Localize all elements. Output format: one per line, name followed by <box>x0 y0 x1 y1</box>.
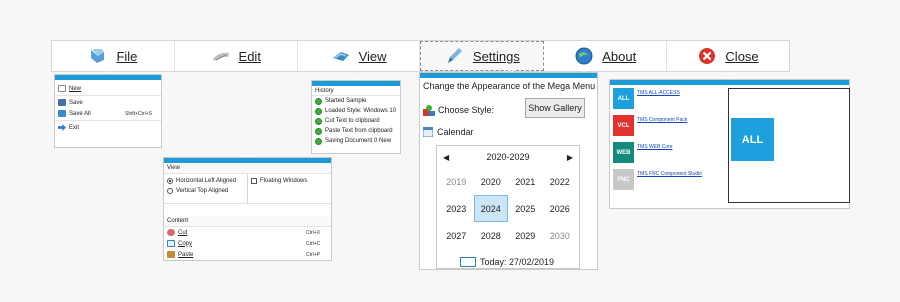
menu-edit[interactable]: Edit <box>175 41 298 71</box>
year-cell[interactable]: 2027 <box>439 222 474 249</box>
product-link[interactable]: TMS Component Pack <box>637 115 687 123</box>
year-grid: 2019 2020 2021 2022 2023 2024 2025 2026 2027 2028… <box>437 168 579 249</box>
history-item[interactable]: Cut Text to clipboard <box>312 116 400 126</box>
content-copy[interactable]: Copy Ctrl+C <box>164 238 331 249</box>
save-icon <box>58 99 66 106</box>
success-dot-icon <box>315 127 322 135</box>
content-section-title: Content <box>164 216 331 227</box>
style-shapes-icon <box>423 104 435 116</box>
file-exit[interactable]: Exit <box>55 122 161 133</box>
view-icon <box>331 46 351 66</box>
product-preview: ALL <box>728 88 850 203</box>
panel-grip[interactable] <box>420 73 597 78</box>
chevron-left-icon[interactable]: ◀ <box>443 153 449 162</box>
view-section-title: View <box>164 163 331 174</box>
panel-grip[interactable] <box>55 75 161 80</box>
year-cell[interactable]: 2019 <box>439 168 474 195</box>
panel-grip[interactable] <box>312 81 400 86</box>
year-cell[interactable]: 2025 <box>508 195 543 222</box>
today-button[interactable]: Today: 27/02/2019 <box>460 257 554 267</box>
product-tile: VCL <box>613 115 634 136</box>
file-icon <box>88 46 108 66</box>
year-cell[interactable]: 2024 <box>473 195 508 222</box>
new-doc-icon <box>58 85 66 92</box>
content-cut[interactable]: Cut Ctrl+X <box>164 227 331 238</box>
content-paste[interactable]: Paste Ctrl+P <box>164 249 331 260</box>
settings-icon <box>445 46 465 66</box>
year-cell[interactable]: 2030 <box>543 222 578 249</box>
menu-about[interactable]: About <box>544 41 668 71</box>
settings-panel: Change the Appearance of the Mega Menu C… <box>419 72 598 270</box>
history-item[interactable]: Started Sample <box>312 96 400 106</box>
year-cell[interactable]: 2028 <box>474 222 509 249</box>
chevron-right-icon[interactable]: ▶ <box>567 153 573 162</box>
calendar-row: Calendar <box>420 126 597 138</box>
history-item[interactable]: Paste Text from clipboard <box>312 126 400 136</box>
success-dot-icon <box>315 97 322 105</box>
product-link[interactable]: TMS FNC Component Studio <box>637 169 702 177</box>
view-panel: View Horizontal Left Aligned Vertical To… <box>163 157 332 261</box>
year-cell[interactable]: 2026 <box>543 195 578 222</box>
checkbox[interactable] <box>251 178 257 184</box>
year-cell[interactable]: 2022 <box>543 168 578 195</box>
year-cell[interactable]: 2029 <box>508 222 543 249</box>
calendar-decade-view: ◀ 2020-2029 ▶ 2019 2020 2021 2022 2023 2024 20… <box>436 145 580 269</box>
settings-title: Change the Appearance of the Mega Menu <box>423 81 596 91</box>
radio-selected[interactable] <box>167 178 173 184</box>
save-all-icon <box>58 110 66 117</box>
today-icon <box>460 257 476 267</box>
divider <box>55 120 161 121</box>
menu-view[interactable]: View <box>298 41 421 71</box>
paste-icon <box>167 251 175 258</box>
product-link[interactable]: TMS ALL-ACCESS <box>637 88 680 96</box>
menu-settings[interactable]: Settings <box>420 41 545 71</box>
panel-grip[interactable] <box>164 158 331 163</box>
history-item[interactable]: Loaded Style: Windows 10 <box>312 106 400 116</box>
radio[interactable] <box>167 188 173 194</box>
file-new[interactable]: New <box>55 83 161 94</box>
option-horizontal-left[interactable]: Horizontal Left Aligned <box>164 176 247 186</box>
history-title: History <box>315 88 334 94</box>
divider <box>55 95 161 96</box>
success-dot-icon <box>315 107 322 115</box>
option-vertical-top[interactable]: Vertical Top Aligned <box>164 186 247 196</box>
year-cell[interactable]: 2020 <box>474 168 509 195</box>
menu-file[interactable]: File <box>52 41 175 71</box>
panel-grip[interactable] <box>610 80 849 85</box>
success-dot-icon <box>315 137 322 145</box>
decade-label[interactable]: 2020-2029 <box>486 152 529 162</box>
file-save[interactable]: Save <box>55 97 161 108</box>
exit-arrow-icon <box>58 124 66 131</box>
product-link[interactable]: TMS WEB Core <box>637 142 673 150</box>
product-tile: ALL <box>613 88 634 109</box>
product-tile: FNC <box>613 169 634 190</box>
menu-close[interactable]: Close <box>667 41 789 71</box>
history-panel: History Started Sample Loaded Style: Win… <box>311 80 401 154</box>
product-tile: WEB <box>613 142 634 163</box>
show-gallery-button[interactable]: Show Gallery <box>525 98 585 118</box>
success-dot-icon <box>315 117 322 125</box>
year-cell[interactable]: 2023 <box>439 195 474 222</box>
preview-tile: ALL <box>731 118 774 161</box>
floating-windows-option[interactable]: Floating Windows <box>248 176 307 186</box>
scissors-icon <box>167 229 175 236</box>
calendar-header: ◀ 2020-2029 ▶ <box>437 146 579 168</box>
file-save-all[interactable]: Save All Shift+Ctrl+S <box>55 108 161 119</box>
file-panel: New Save Save All Shift+Ctrl+S Exit <box>54 74 162 148</box>
edit-icon <box>211 46 231 66</box>
calendar-icon <box>422 126 434 138</box>
copy-icon <box>167 240 175 247</box>
year-cell[interactable]: 2021 <box>508 168 543 195</box>
history-item[interactable]: Saving Document 0 New <box>312 136 400 146</box>
close-icon <box>697 46 717 66</box>
mega-menu-bar: File Edit View Settings About Close <box>51 40 790 72</box>
about-icon <box>574 46 594 66</box>
products-panel: ALL TMS ALL-ACCESS VCL TMS Component Pac… <box>609 79 850 209</box>
